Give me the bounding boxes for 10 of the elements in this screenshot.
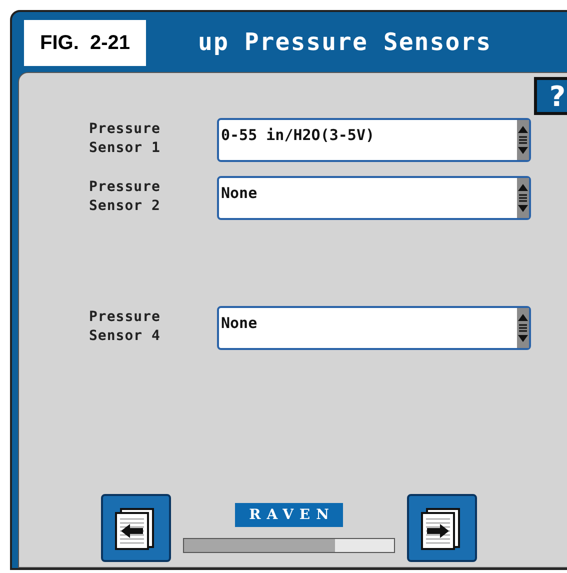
- sensor-label: Pressure Sensor 2: [89, 178, 162, 216]
- sensor-select[interactable]: None: [217, 176, 531, 220]
- window-title: up Pressure Sensors: [198, 28, 492, 56]
- help-button[interactable]: ?: [534, 77, 567, 115]
- sensor-select[interactable]: None: [217, 306, 531, 350]
- sensor-label: Pressure Sensor 1: [89, 120, 162, 158]
- brand-logo: RAVEN: [235, 503, 343, 527]
- sensor-label: Pressure Sensor 4: [89, 308, 162, 346]
- sensor-select[interactable]: 0-55 in/H2O(3-5V): [217, 118, 531, 162]
- figure-label: FIG. 2-21: [24, 20, 146, 66]
